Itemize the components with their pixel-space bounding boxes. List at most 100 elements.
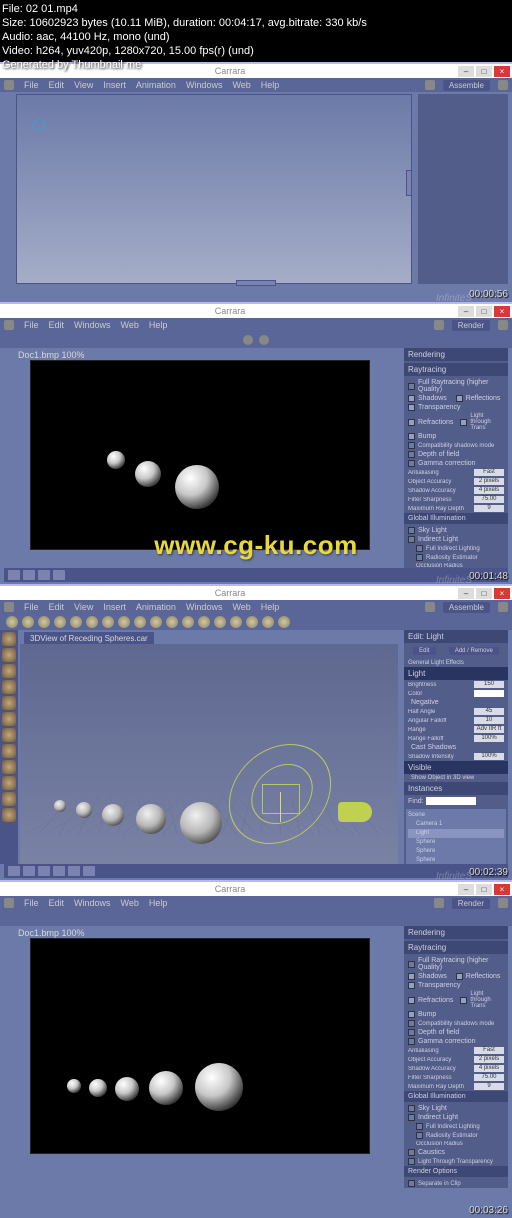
check-transp[interactable] bbox=[408, 982, 415, 989]
rendering-header[interactable]: Rendering bbox=[404, 348, 508, 361]
prim-icon[interactable] bbox=[182, 616, 194, 628]
tree-scene[interactable]: Scene bbox=[408, 811, 504, 820]
close-button[interactable]: × bbox=[494, 306, 510, 317]
play-icon[interactable] bbox=[8, 570, 20, 580]
angular-val[interactable]: 10 bbox=[474, 717, 504, 724]
tool-icon[interactable] bbox=[2, 648, 16, 662]
hand-icon[interactable] bbox=[434, 320, 444, 330]
check-bump[interactable] bbox=[408, 1011, 415, 1018]
sphere-object[interactable] bbox=[136, 804, 166, 834]
next-icon[interactable] bbox=[53, 866, 65, 876]
spotlight-object[interactable] bbox=[338, 802, 372, 822]
prim-icon[interactable] bbox=[6, 616, 18, 628]
tree-sphere[interactable]: Sphere bbox=[408, 838, 504, 847]
tool-icon[interactable] bbox=[2, 760, 16, 774]
zoom-icon[interactable] bbox=[259, 335, 269, 345]
check-refl[interactable] bbox=[456, 395, 463, 402]
prev-icon[interactable] bbox=[23, 866, 35, 876]
menu-edit[interactable]: Edit bbox=[49, 320, 65, 330]
tool-icon[interactable] bbox=[2, 680, 16, 694]
room-icon[interactable] bbox=[498, 320, 508, 330]
prim-icon[interactable] bbox=[230, 616, 242, 628]
prim-icon[interactable] bbox=[134, 616, 146, 628]
viewport-empty[interactable] bbox=[16, 94, 412, 284]
assemble-tab[interactable]: Assemble bbox=[443, 80, 490, 91]
rangefo-val[interactable]: 100% bbox=[474, 735, 504, 742]
check-refr[interactable] bbox=[408, 419, 415, 426]
max-button[interactable]: □ bbox=[476, 884, 492, 895]
play-icon[interactable] bbox=[38, 866, 50, 876]
check-sep[interactable] bbox=[408, 1180, 415, 1187]
hand-icon[interactable] bbox=[425, 602, 435, 612]
menu-file[interactable]: File bbox=[24, 80, 39, 90]
check-compat[interactable] bbox=[408, 1020, 415, 1027]
check-gamma[interactable] bbox=[408, 1038, 415, 1045]
menu-web[interactable]: Web bbox=[232, 80, 250, 90]
close-button[interactable]: × bbox=[494, 66, 510, 77]
prim-icon[interactable] bbox=[38, 616, 50, 628]
menu-edit[interactable]: Edit bbox=[49, 898, 65, 908]
room-icon[interactable] bbox=[498, 898, 508, 908]
camera-gizmo-icon[interactable] bbox=[33, 119, 45, 131]
hand-icon[interactable] bbox=[434, 898, 444, 908]
bottom-handle[interactable] bbox=[236, 280, 276, 286]
right-handle[interactable] bbox=[406, 170, 412, 196]
menu-view[interactable]: View bbox=[74, 602, 93, 612]
halfangle-val[interactable]: 45 bbox=[474, 708, 504, 715]
shadacc-value[interactable]: 4 pixels bbox=[474, 1065, 504, 1072]
menu-windows[interactable]: Windows bbox=[186, 602, 223, 612]
sphere-object[interactable] bbox=[54, 800, 66, 812]
check-caustics[interactable] bbox=[408, 1149, 415, 1156]
prim-icon[interactable] bbox=[198, 616, 210, 628]
check-ltt[interactable] bbox=[408, 1158, 415, 1165]
aa-value[interactable]: Fast bbox=[474, 469, 504, 476]
color-swatch[interactable] bbox=[474, 690, 504, 697]
shadint-val[interactable]: 100% bbox=[474, 753, 504, 760]
render-tab[interactable]: Render bbox=[452, 898, 490, 909]
close-button[interactable]: × bbox=[494, 884, 510, 895]
menu-file[interactable]: File bbox=[24, 320, 39, 330]
max-button[interactable]: □ bbox=[476, 588, 492, 599]
rendering-header[interactable]: Rendering bbox=[404, 926, 508, 939]
menu-help[interactable]: Help bbox=[261, 602, 280, 612]
filter-value[interactable]: 75.00 bbox=[474, 1074, 504, 1081]
check-fullind[interactable] bbox=[416, 1123, 423, 1130]
stop-icon[interactable] bbox=[23, 570, 35, 580]
check-radest[interactable] bbox=[416, 1132, 423, 1139]
render-tab[interactable]: Render bbox=[452, 320, 490, 331]
abort-icon[interactable] bbox=[243, 335, 253, 345]
prev-icon[interactable] bbox=[38, 570, 50, 580]
prim-icon[interactable] bbox=[102, 616, 114, 628]
tool-icon[interactable] bbox=[2, 696, 16, 710]
find-input[interactable] bbox=[426, 797, 476, 805]
range-val[interactable]: Adv IIR ft bbox=[474, 726, 504, 733]
assemble-tab[interactable]: Assemble bbox=[443, 602, 490, 613]
objacc-value[interactable]: 2 pixels bbox=[474, 1056, 504, 1063]
sphere-object[interactable] bbox=[180, 802, 222, 844]
min-button[interactable]: – bbox=[458, 306, 474, 317]
check-refl[interactable] bbox=[456, 973, 463, 980]
check-compat[interactable] bbox=[408, 442, 415, 449]
prim-icon[interactable] bbox=[278, 616, 290, 628]
tool-icon[interactable] bbox=[2, 632, 16, 646]
prop-tabs[interactable]: General Light Effects bbox=[404, 659, 508, 667]
menu-windows[interactable]: Windows bbox=[74, 320, 111, 330]
max-button[interactable]: □ bbox=[476, 66, 492, 77]
check-transp[interactable] bbox=[408, 404, 415, 411]
next-icon[interactable] bbox=[53, 570, 65, 580]
check-lt[interactable] bbox=[460, 997, 467, 1004]
maxray-value[interactable]: 9 bbox=[474, 505, 504, 512]
prim-icon[interactable] bbox=[166, 616, 178, 628]
objacc-value[interactable]: 2 pixels bbox=[474, 478, 504, 485]
close-button[interactable]: × bbox=[494, 588, 510, 599]
tree-sphere[interactable]: Sphere bbox=[408, 847, 504, 856]
check-shadows[interactable] bbox=[408, 395, 415, 402]
check-sky[interactable] bbox=[408, 1105, 415, 1112]
sphere-object[interactable] bbox=[102, 804, 124, 826]
menu-edit[interactable]: Edit bbox=[49, 602, 65, 612]
room-icon[interactable] bbox=[498, 602, 508, 612]
loop-icon[interactable] bbox=[83, 866, 95, 876]
edit-btn[interactable]: Edit bbox=[413, 647, 435, 655]
prim-icon[interactable] bbox=[262, 616, 274, 628]
tool-icon[interactable] bbox=[2, 808, 16, 822]
